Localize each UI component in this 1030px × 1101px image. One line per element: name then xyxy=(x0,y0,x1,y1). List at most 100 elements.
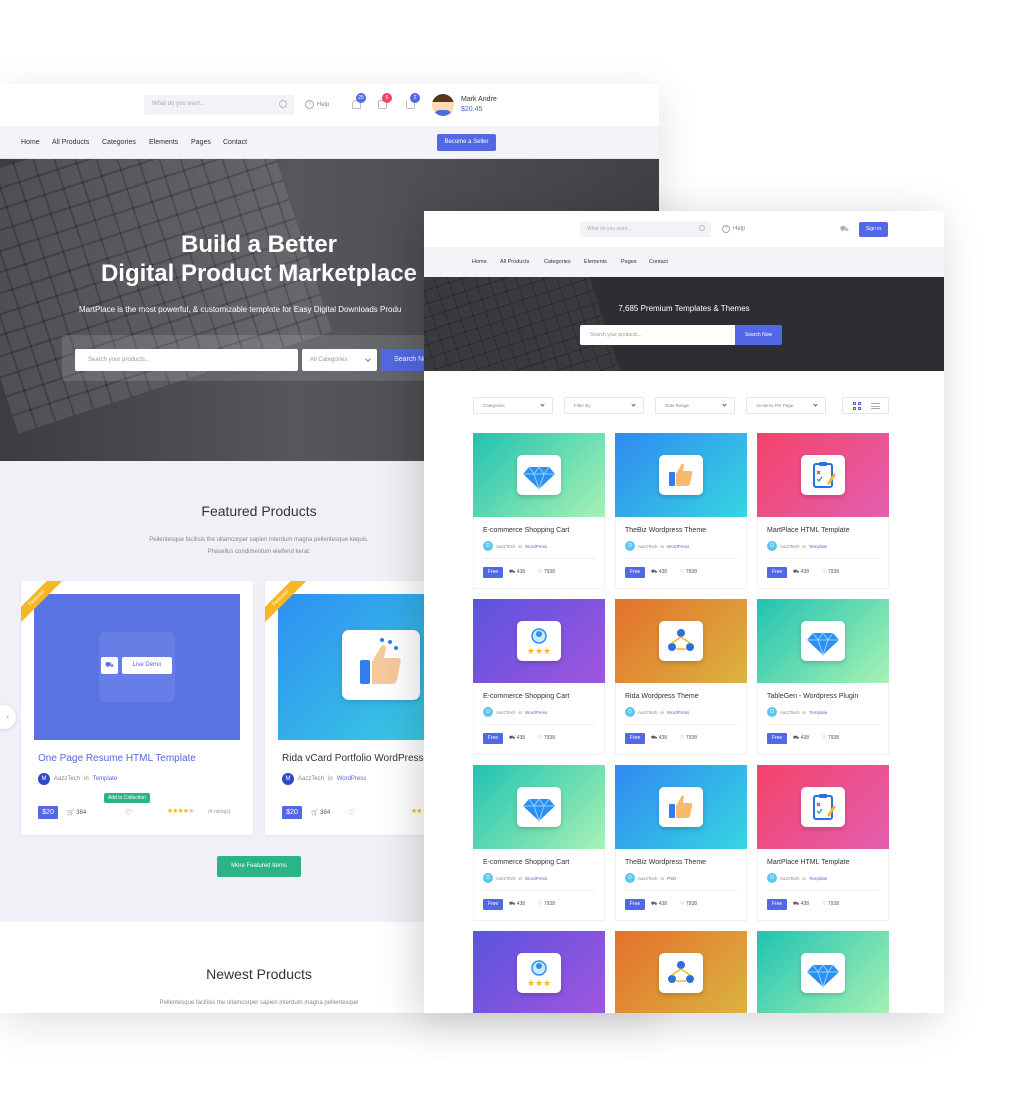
likes-count[interactable]: ♡ 7938 xyxy=(538,735,555,741)
author-name[interactable]: AazzTech xyxy=(496,710,516,715)
product-thumbnail[interactable]: ★★★ xyxy=(473,599,605,683)
product-title[interactable]: MartPlace HTML Template xyxy=(767,527,849,534)
product-thumbnail[interactable] xyxy=(473,433,605,517)
nav-elements[interactable]: Elements xyxy=(149,139,178,146)
category-link[interactable]: WordPress xyxy=(525,876,547,881)
product-thumbnail[interactable] xyxy=(615,433,747,517)
filter-by[interactable]: Filter By xyxy=(564,397,644,414)
product-thumbnail[interactable] xyxy=(757,599,889,683)
product-thumbnail[interactable] xyxy=(615,765,747,849)
likes-count[interactable]: ♡ 7938 xyxy=(680,735,697,741)
search-icon[interactable] xyxy=(279,100,287,108)
cart-icon[interactable]: ⛟ xyxy=(840,225,849,234)
product-card[interactable]: Rida Wordpress Theme D AazzTech in WordPress… xyxy=(615,599,747,755)
product-card[interactable]: TableGen - Wordpress Plugin D AazzTech in Te… xyxy=(757,599,889,755)
category-link[interactable]: WordPress xyxy=(667,544,689,549)
category-link[interactable]: WordPress xyxy=(525,544,547,549)
hero-search-input[interactable]: Search your products... xyxy=(75,349,298,371)
filter-items-per-page[interactable]: 15 Items Per Page xyxy=(746,397,826,414)
product-thumbnail[interactable] xyxy=(473,765,605,849)
likes-count[interactable]: ♡ 7938 xyxy=(680,569,697,575)
header-search-input[interactable]: What do you want... xyxy=(144,95,294,115)
product-thumbnail[interactable] xyxy=(615,931,747,1013)
become-seller-button[interactable]: Become a Seller xyxy=(437,134,496,151)
product-thumbnail[interactable] xyxy=(757,433,889,517)
help-link[interactable]: ? Help xyxy=(722,225,745,233)
catalog-search-input[interactable]: Search your products... xyxy=(580,325,735,345)
nav-pages[interactable]: Pages xyxy=(621,259,637,265)
nav-pages[interactable]: Pages xyxy=(191,139,211,146)
likes-count[interactable]: ♡ 7938 xyxy=(822,735,839,741)
author-name[interactable]: AazzTech xyxy=(638,544,658,549)
user-avatar[interactable] xyxy=(432,94,454,116)
filter-categories[interactable]: Categories xyxy=(473,397,553,414)
category-select[interactable]: All Categories xyxy=(302,349,377,371)
add-to-cart-icon[interactable]: ⛟ xyxy=(101,657,118,674)
product-title[interactable]: E-commerce Shopping Cart xyxy=(483,527,569,534)
nav-contact[interactable]: Contact xyxy=(649,259,668,265)
search-icon[interactable] xyxy=(699,225,705,231)
product-thumbnail[interactable] xyxy=(757,765,889,849)
live-demo-button[interactable]: Live Demo xyxy=(122,657,172,674)
product-title[interactable]: TheBiz Wordpress Theme xyxy=(625,859,706,866)
product-card[interactable]: MartPlace HTML Template D AazzTech in Templa… xyxy=(757,433,889,589)
product-card[interactable] xyxy=(757,931,889,1013)
likes-count[interactable]: ♡ 7938 xyxy=(822,569,839,575)
category-link[interactable]: Template xyxy=(809,710,827,715)
logo[interactable] xyxy=(20,98,110,112)
author-name[interactable]: AazzTech xyxy=(780,544,800,549)
nav-all-products[interactable]: All Products xyxy=(500,259,529,265)
likes-count[interactable]: ♡ 7938 xyxy=(538,901,555,907)
cart-icon[interactable]: 2 xyxy=(406,93,420,110)
category-link[interactable]: PSD xyxy=(667,876,676,881)
heart-icon[interactable]: ♡ xyxy=(125,808,132,817)
product-card[interactable]: TheBiz Wordpress Theme D AazzTech in WordPre… xyxy=(615,433,747,589)
nav-home[interactable]: Home xyxy=(21,139,40,146)
product-card[interactable]: MartPlace HTML Template D AazzTech in Templa… xyxy=(757,765,889,921)
product-title[interactable]: E-commerce Shopping Cart xyxy=(483,693,569,700)
author-name[interactable]: AazzTech xyxy=(298,776,324,782)
product-title[interactable]: MartPlace HTML Template xyxy=(767,859,849,866)
help-link[interactable]: ? Help xyxy=(305,100,329,109)
user-name[interactable]: Mark Andre xyxy=(461,96,497,103)
header-search-input[interactable]: What do you want... xyxy=(580,221,711,237)
featured-card[interactable]: ⛟ Live Demo Featured One Page Resume HTM… xyxy=(21,581,253,835)
category-link[interactable]: Template xyxy=(809,544,827,549)
product-title[interactable]: E-commerce Shopping Cart xyxy=(483,859,569,866)
product-card[interactable]: E-commerce Shopping Cart D AazzTech in WordP… xyxy=(473,433,605,589)
product-title[interactable]: Rida Wordpress Theme xyxy=(625,693,699,700)
author-name[interactable]: AazzTech xyxy=(638,876,658,881)
category-link[interactable]: WordPress xyxy=(525,710,547,715)
category-link[interactable]: Template xyxy=(809,876,827,881)
filter-date-range[interactable]: Date Range xyxy=(655,397,735,414)
signin-button[interactable]: Sign in xyxy=(859,222,888,237)
product-card[interactable]: TheBiz Wordpress Theme D AazzTech in PSD Free… xyxy=(615,765,747,921)
likes-count[interactable]: ♡ 7938 xyxy=(680,901,697,907)
product-thumbnail[interactable] xyxy=(757,931,889,1013)
product-card[interactable]: ★★★ E-commerce Shopping Cart D AazzTech in Wo… xyxy=(473,599,605,755)
product-title[interactable]: One Page Resume HTML Template xyxy=(38,753,196,764)
nav-categories[interactable]: Categories xyxy=(102,139,136,146)
grid-view-icon[interactable] xyxy=(853,402,861,410)
category-link[interactable]: Template xyxy=(93,776,117,782)
product-thumbnail[interactable] xyxy=(615,599,747,683)
message-icon[interactable]: 6 xyxy=(378,93,392,110)
author-name[interactable]: AazzTech xyxy=(54,776,80,782)
nav-all-products[interactable]: All Products xyxy=(52,139,89,146)
nav-contact[interactable]: Contact xyxy=(223,139,247,146)
list-view-icon[interactable] xyxy=(871,403,880,409)
author-name[interactable]: AazzTech xyxy=(496,876,516,881)
author-name[interactable]: AazzTech xyxy=(780,710,800,715)
product-title[interactable]: Rida vCard Portfolio WordPress xyxy=(282,753,424,764)
nav-categories[interactable]: Categories xyxy=(544,259,571,265)
category-link[interactable]: WordPress xyxy=(667,710,689,715)
carousel-prev-button[interactable]: ‹ xyxy=(0,705,16,729)
product-title[interactable]: TableGen - Wordpress Plugin xyxy=(767,693,858,700)
product-card[interactable] xyxy=(615,931,747,1013)
author-name[interactable]: AazzTech xyxy=(780,876,800,881)
catalog-search-button[interactable]: Search Now xyxy=(735,325,782,345)
notification-icon[interactable]: 25 xyxy=(352,93,366,110)
nav-elements[interactable]: Elements xyxy=(584,259,607,265)
more-featured-button[interactable]: More Featured Items xyxy=(217,856,301,877)
product-thumbnail[interactable]: ⛟ Live Demo xyxy=(34,594,240,740)
